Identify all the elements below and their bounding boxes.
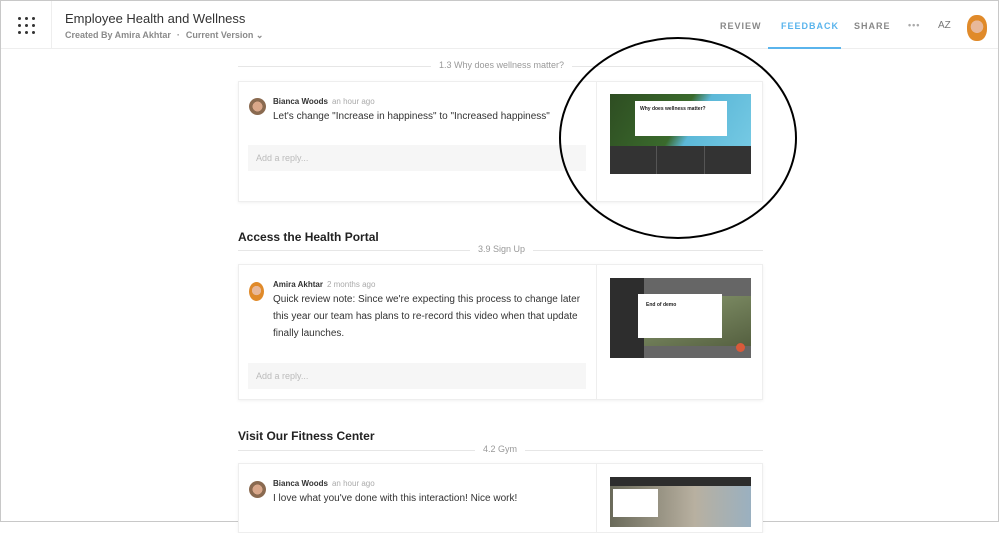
annotation-circle bbox=[559, 37, 797, 239]
